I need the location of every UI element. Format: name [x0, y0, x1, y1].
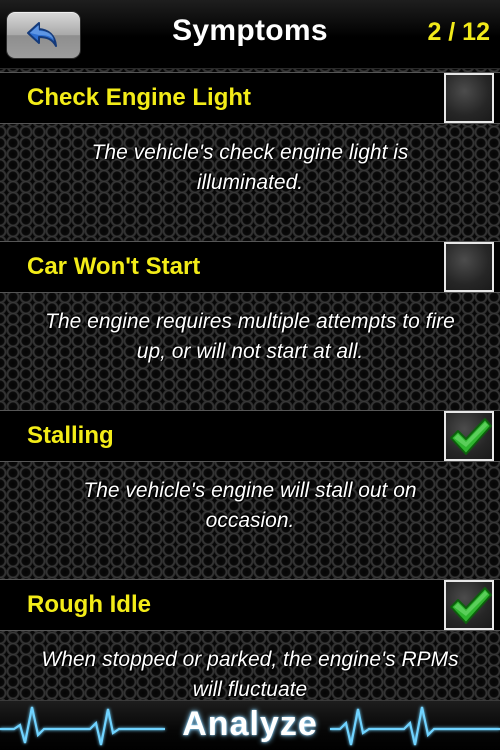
checkmark-icon [450, 418, 492, 455]
navigation-bar: Symptoms 2 / 12 [0, 0, 500, 69]
symptom-header: Rough Idle [0, 579, 500, 631]
checkmark-icon [450, 587, 492, 624]
symptom-checkbox[interactable] [444, 580, 494, 630]
symptom-header: Stalling [0, 410, 500, 462]
symptom-item-check-engine-light: Check Engine Light The vehicle's check e… [0, 72, 500, 198]
analyze-label: Analyze [182, 705, 318, 743]
symptom-description: The engine requires multiple attempts to… [45, 310, 455, 363]
symptom-checkbox[interactable] [444, 242, 494, 292]
symptom-description: The vehicle's engine will stall out on o… [83, 479, 417, 532]
symptom-header: Check Engine Light [0, 72, 500, 124]
symptom-checkbox[interactable] [444, 73, 494, 123]
symptom-item-car-wont-start: Car Won't Start The engine requires mult… [0, 241, 500, 367]
symptom-title: Stalling [27, 422, 114, 449]
symptom-checkbox[interactable] [444, 411, 494, 461]
symptom-title: Rough Idle [27, 591, 151, 618]
page-title: Symptoms [172, 14, 328, 47]
symptom-title: Car Won't Start [27, 253, 201, 280]
symptom-description: When stopped or parked, the engine's RPM… [41, 648, 459, 701]
app-screen: Symptoms 2 / 12 Check Engine Light The v… [0, 0, 500, 750]
symptom-item-rough-idle: Rough Idle When stopped or parked, the e… [0, 579, 500, 705]
analyze-button[interactable]: Analyze [0, 700, 500, 750]
page-counter: 2 / 12 [427, 18, 490, 46]
symptom-header: Car Won't Start [0, 241, 500, 293]
symptom-description: The vehicle's check engine light is illu… [91, 141, 409, 194]
symptom-title: Check Engine Light [27, 84, 252, 111]
symptom-item-stalling: Stalling The vehicle's engine will stall… [0, 410, 500, 536]
